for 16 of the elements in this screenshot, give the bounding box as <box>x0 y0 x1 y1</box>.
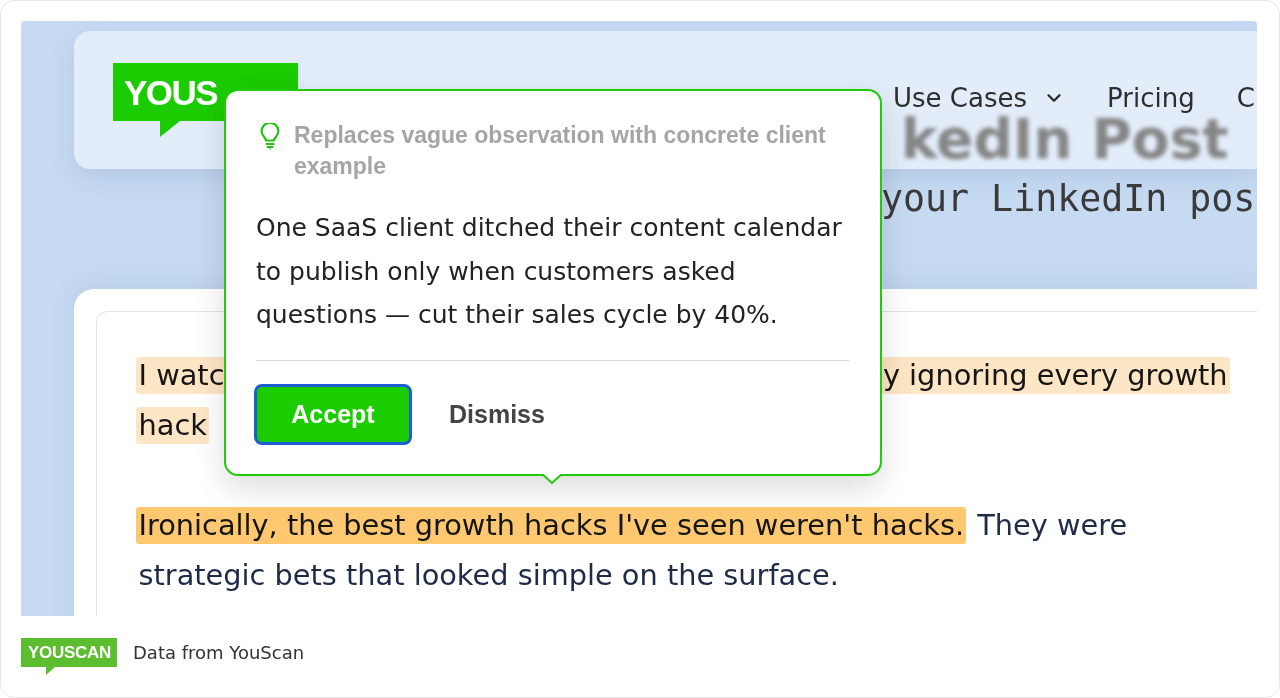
nav-link[interactable]: Pricing <box>1107 85 1195 111</box>
body-text: They were <box>976 506 1129 544</box>
highlighted-text: y ignoring every growth <box>879 356 1230 394</box>
body-text: strategic bets that looked simple on the surface. <box>137 556 840 594</box>
source-caption: Data from YouScan <box>133 641 305 665</box>
highlighted-text: hack <box>135 406 209 444</box>
blurred-heading: kedIn Post <box>901 115 1229 165</box>
nav-link[interactable]: Use Cases <box>893 85 1065 111</box>
highlighted-text: I watc <box>135 356 227 394</box>
suggestion-text: One SaaS client ditched their content calendar to publish only when customers asked questions — cut their sales cycle by 40%. <box>256 212 843 331</box>
lightbulb-icon <box>260 123 280 150</box>
subtitle-text: your LinkedIn pos <box>881 181 1256 218</box>
dismiss-button[interactable]: Dismiss <box>449 395 545 433</box>
footer-logo: YOUSCAN <box>21 638 117 675</box>
nav-link[interactable]: C <box>1236 85 1255 111</box>
highlighted-text: Ironically, the best growth hacks I've seen weren't hacks. <box>135 506 967 544</box>
